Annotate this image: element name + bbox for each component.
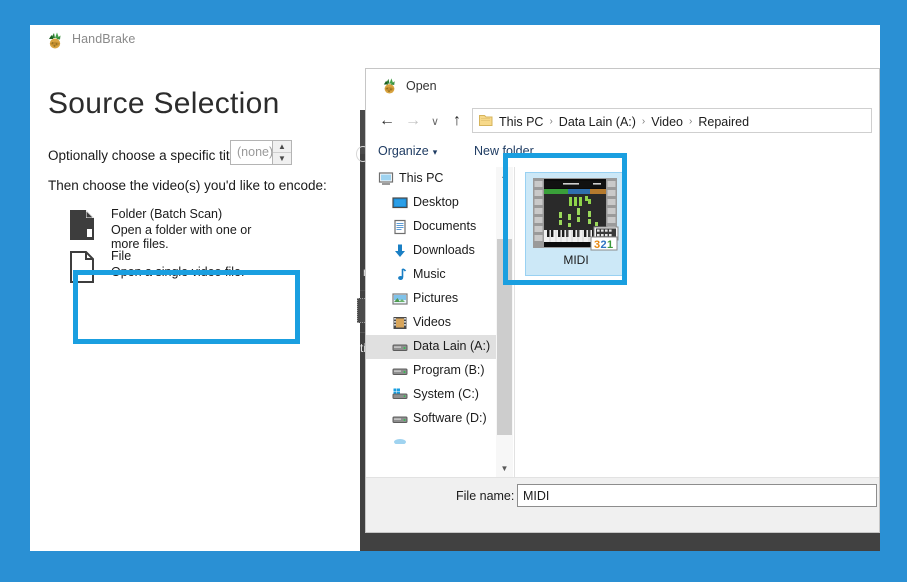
sidebar-item-label: Software (D:)	[413, 411, 487, 425]
sidebar-item-data-lain-a[interactable]: Data Lain (A:)	[366, 335, 499, 359]
back-icon[interactable]: ←	[376, 110, 398, 132]
file-name-label: File name:	[456, 489, 515, 503]
source-file-title: File	[111, 249, 132, 263]
breadcrumb-item-3[interactable]: Repaired	[698, 115, 749, 129]
dialog-title-label: Open	[406, 79, 437, 93]
badge-digit-2: 2	[601, 239, 607, 251]
list-item-label: MIDI	[563, 253, 589, 267]
organize-label: Organize	[378, 144, 429, 158]
source-folder-title: Folder (Batch Scan)	[111, 207, 223, 221]
drive-icon	[392, 416, 408, 423]
breadcrumb-item-1[interactable]: Data Lain (A:)	[559, 115, 636, 129]
dialog-titlebar: Open	[366, 69, 879, 104]
sidebar-item-this-pc[interactable]: This PC	[366, 167, 499, 191]
scroll-down-icon[interactable]: ▼	[496, 460, 513, 477]
handbrake-titlebar: HandBrake	[30, 25, 880, 55]
navigation-pane: This PC Desktop Documents Downloads Musi…	[366, 167, 514, 477]
videos-icon	[393, 317, 407, 329]
drive-icon	[392, 344, 408, 351]
title-number-stepper[interactable]: (none) ▲ ▼	[230, 140, 292, 165]
title-select-label: Optionally choose a specific title:	[48, 148, 244, 163]
handbrake-pineapple-icon	[383, 78, 395, 94]
folder-icon	[479, 115, 493, 126]
sidebar-item-label: Pictures	[413, 291, 459, 305]
choose-video-label: Then choose the video(s) you'd like to e…	[48, 178, 327, 193]
media-file-badge-icon: 3 2 1	[590, 226, 619, 251]
open-file-dialog: Open ← → ∨ ↑ This PC › Data Lain (A:) › …	[365, 68, 880, 533]
breadcrumb-separator: ›	[549, 116, 553, 127]
file-name-row: File name: MIDI	[366, 477, 879, 532]
file-option-highlight-box	[73, 270, 300, 344]
scroll-up-icon[interactable]: ▲	[496, 167, 513, 184]
sidebar-item-label: Data Lain (A:)	[413, 339, 491, 353]
new-folder-button[interactable]: New folder	[474, 144, 534, 158]
sidebar-item-label: This PC	[399, 171, 444, 185]
scrollbar-thumb[interactable]	[497, 239, 512, 435]
chevron-down-icon: ▾	[432, 147, 438, 157]
documents-icon	[394, 219, 406, 235]
file-name-input[interactable]: MIDI	[517, 484, 877, 507]
dialog-navigation-bar: ← → ∨ ↑ This PC › Data Lain (A:) › Video…	[366, 104, 879, 137]
sidebar-item-label: Videos	[413, 315, 451, 329]
chevron-down-icon[interactable]: ∨	[424, 110, 446, 132]
sidebar-item-downloads[interactable]: Downloads	[366, 239, 499, 263]
sidebar-item-software-d[interactable]: Software (D:)	[366, 407, 499, 431]
handbrake-pineapple-icon	[49, 32, 61, 49]
desktop-icon	[392, 197, 408, 209]
drive-icon	[392, 368, 408, 375]
sidebar-item-label: Documents	[413, 219, 477, 233]
badge-digit-1: 1	[607, 239, 613, 251]
file-name-value: MIDI	[523, 489, 550, 503]
title-stepper-value: (none)	[237, 145, 274, 159]
sidebar-item-videos[interactable]: Videos	[366, 311, 499, 335]
navigation-scrollbar[interactable]: ▲ ▼	[496, 167, 513, 477]
downloads-icon	[395, 244, 405, 257]
sidebar-item-label: Downloads	[413, 243, 475, 257]
stepper-buttons[interactable]: ▲ ▼	[272, 141, 291, 164]
stepper-down-icon[interactable]: ▼	[273, 153, 291, 164]
sidebar-item-documents[interactable]: Documents	[366, 215, 499, 239]
sidebar-item-label: System (C:)	[413, 387, 479, 401]
folder-icon	[70, 210, 94, 240]
windows-drive-icon	[392, 388, 408, 399]
list-item[interactable]: 3 2 1 MIDI	[525, 172, 625, 276]
breadcrumb[interactable]: This PC › Data Lain (A:) › Video › Repai…	[499, 114, 749, 129]
sidebar-item-music[interactable]: Music	[366, 263, 499, 287]
stepper-up-icon[interactable]: ▲	[273, 141, 291, 153]
sidebar-item-pictures[interactable]: Pictures	[366, 287, 499, 311]
sidebar-item-label: Desktop	[413, 195, 459, 209]
breadcrumb-separator: ›	[641, 116, 646, 127]
network-icon	[394, 439, 406, 444]
sidebar-item-label: Program (B:)	[413, 363, 485, 377]
breadcrumb-item-0[interactable]: This PC	[499, 115, 543, 129]
sidebar-item-label: Music	[413, 267, 446, 281]
sidebar-item-system-c[interactable]: System (C:)	[366, 383, 499, 407]
pictures-icon	[392, 293, 408, 305]
handbrake-title-label: HandBrake	[72, 32, 136, 46]
up-icon[interactable]: ↑	[446, 110, 468, 132]
breadcrumb-separator: ›	[689, 116, 693, 127]
music-icon	[398, 268, 407, 280]
forward-icon[interactable]: →	[402, 110, 424, 132]
file-list-pane[interactable]: 3 2 1 MIDI	[503, 153, 879, 477]
page-title: Source Selection	[48, 87, 280, 120]
sidebar-item-desktop[interactable]: Desktop	[366, 191, 499, 215]
breadcrumb-item-2[interactable]: Video	[651, 115, 683, 129]
address-bar[interactable]: This PC › Data Lain (A:) › Video › Repai…	[472, 108, 872, 133]
badge-digit-3: 3	[594, 239, 600, 251]
organize-button[interactable]: Organize ▾	[378, 144, 437, 158]
dialog-content: This PC Desktop Documents Downloads Musi…	[366, 153, 879, 477]
sidebar-item-program-b[interactable]: Program (B:)	[366, 359, 499, 383]
dialog-command-bar: Organize ▾ New folder	[366, 137, 879, 168]
computer-icon	[378, 172, 394, 185]
